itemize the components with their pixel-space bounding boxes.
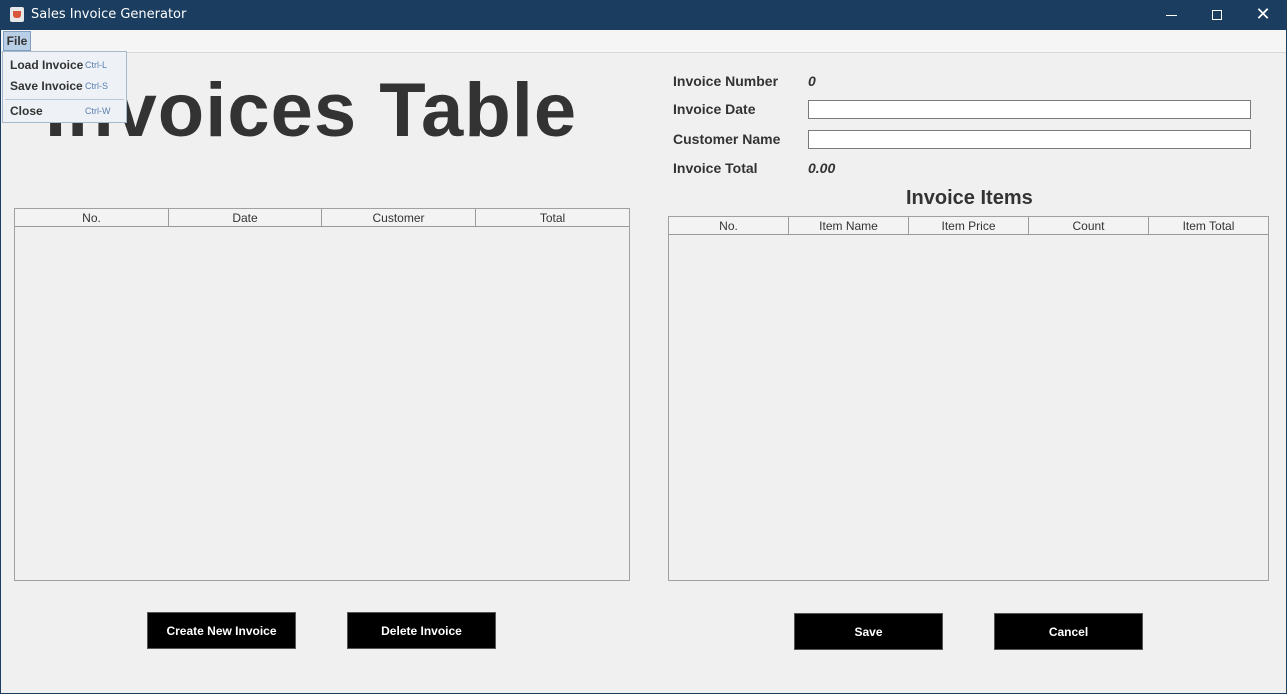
column-header-no[interactable]: No. xyxy=(669,217,789,235)
menu-item-label: Close xyxy=(10,104,43,118)
column-header-item-price[interactable]: Item Price xyxy=(909,217,1029,235)
column-header-customer[interactable]: Customer xyxy=(322,209,476,227)
invoice-date-label: Invoice Date xyxy=(673,101,756,117)
delete-invoice-button[interactable]: Delete Invoice xyxy=(347,612,496,649)
window-title: Sales Invoice Generator xyxy=(31,7,187,22)
maximize-button[interactable] xyxy=(1194,0,1240,30)
menu-item-shortcut: Ctrl-W xyxy=(85,106,111,116)
title-bar: Sales Invoice Generator ✕ xyxy=(0,0,1287,30)
minimize-button[interactable] xyxy=(1148,0,1194,30)
menu-item-load-invoice[interactable]: Load Invoice Ctrl-L xyxy=(3,55,126,75)
invoices-table-header: No. Date Customer Total xyxy=(15,209,629,227)
menu-item-label: Save Invoice xyxy=(10,79,83,93)
column-header-total[interactable]: Total xyxy=(476,209,629,227)
cancel-button[interactable]: Cancel xyxy=(994,613,1143,650)
file-dropdown-menu: Load Invoice Ctrl-L Save Invoice Ctrl-S … xyxy=(2,51,127,123)
menu-bar: File xyxy=(0,30,1287,53)
invoice-items-table[interactable]: No. Item Name Item Price Count Item Tota… xyxy=(668,216,1269,581)
customer-name-field[interactable] xyxy=(808,130,1251,149)
maximize-icon xyxy=(1212,10,1222,20)
file-menu[interactable]: File xyxy=(3,31,31,51)
column-header-item-total[interactable]: Item Total xyxy=(1149,217,1268,235)
invoice-number-label: Invoice Number xyxy=(673,73,779,89)
invoice-total-value: 0.00 xyxy=(808,160,836,176)
invoice-date-field[interactable] xyxy=(808,100,1251,119)
minimize-icon xyxy=(1165,14,1177,16)
java-app-icon xyxy=(10,7,24,22)
close-window-button[interactable]: ✕ xyxy=(1240,0,1286,30)
column-header-date[interactable]: Date xyxy=(169,209,322,227)
close-icon: ✕ xyxy=(1255,4,1271,25)
create-new-invoice-button[interactable]: Create New Invoice xyxy=(147,612,296,649)
menu-item-save-invoice[interactable]: Save Invoice Ctrl-S xyxy=(3,76,126,96)
invoices-table[interactable]: No. Date Customer Total xyxy=(14,208,630,581)
customer-name-label: Customer Name xyxy=(673,131,781,147)
column-header-item-name[interactable]: Item Name xyxy=(789,217,909,235)
column-header-count[interactable]: Count xyxy=(1029,217,1149,235)
invoice-number-value: 0 xyxy=(808,73,816,89)
menu-separator xyxy=(5,99,124,100)
menu-item-label: Load Invoice xyxy=(10,58,84,72)
menu-item-shortcut: Ctrl-S xyxy=(85,81,108,91)
invoice-items-table-header: No. Item Name Item Price Count Item Tota… xyxy=(669,217,1268,235)
menu-item-shortcut: Ctrl-L xyxy=(85,60,107,70)
invoice-items-title: Invoice Items xyxy=(906,187,1033,209)
menu-item-close[interactable]: Close Ctrl-W xyxy=(3,101,126,121)
invoice-total-label: Invoice Total xyxy=(673,160,758,176)
save-button[interactable]: Save xyxy=(794,613,943,650)
column-header-no[interactable]: No. xyxy=(15,209,169,227)
